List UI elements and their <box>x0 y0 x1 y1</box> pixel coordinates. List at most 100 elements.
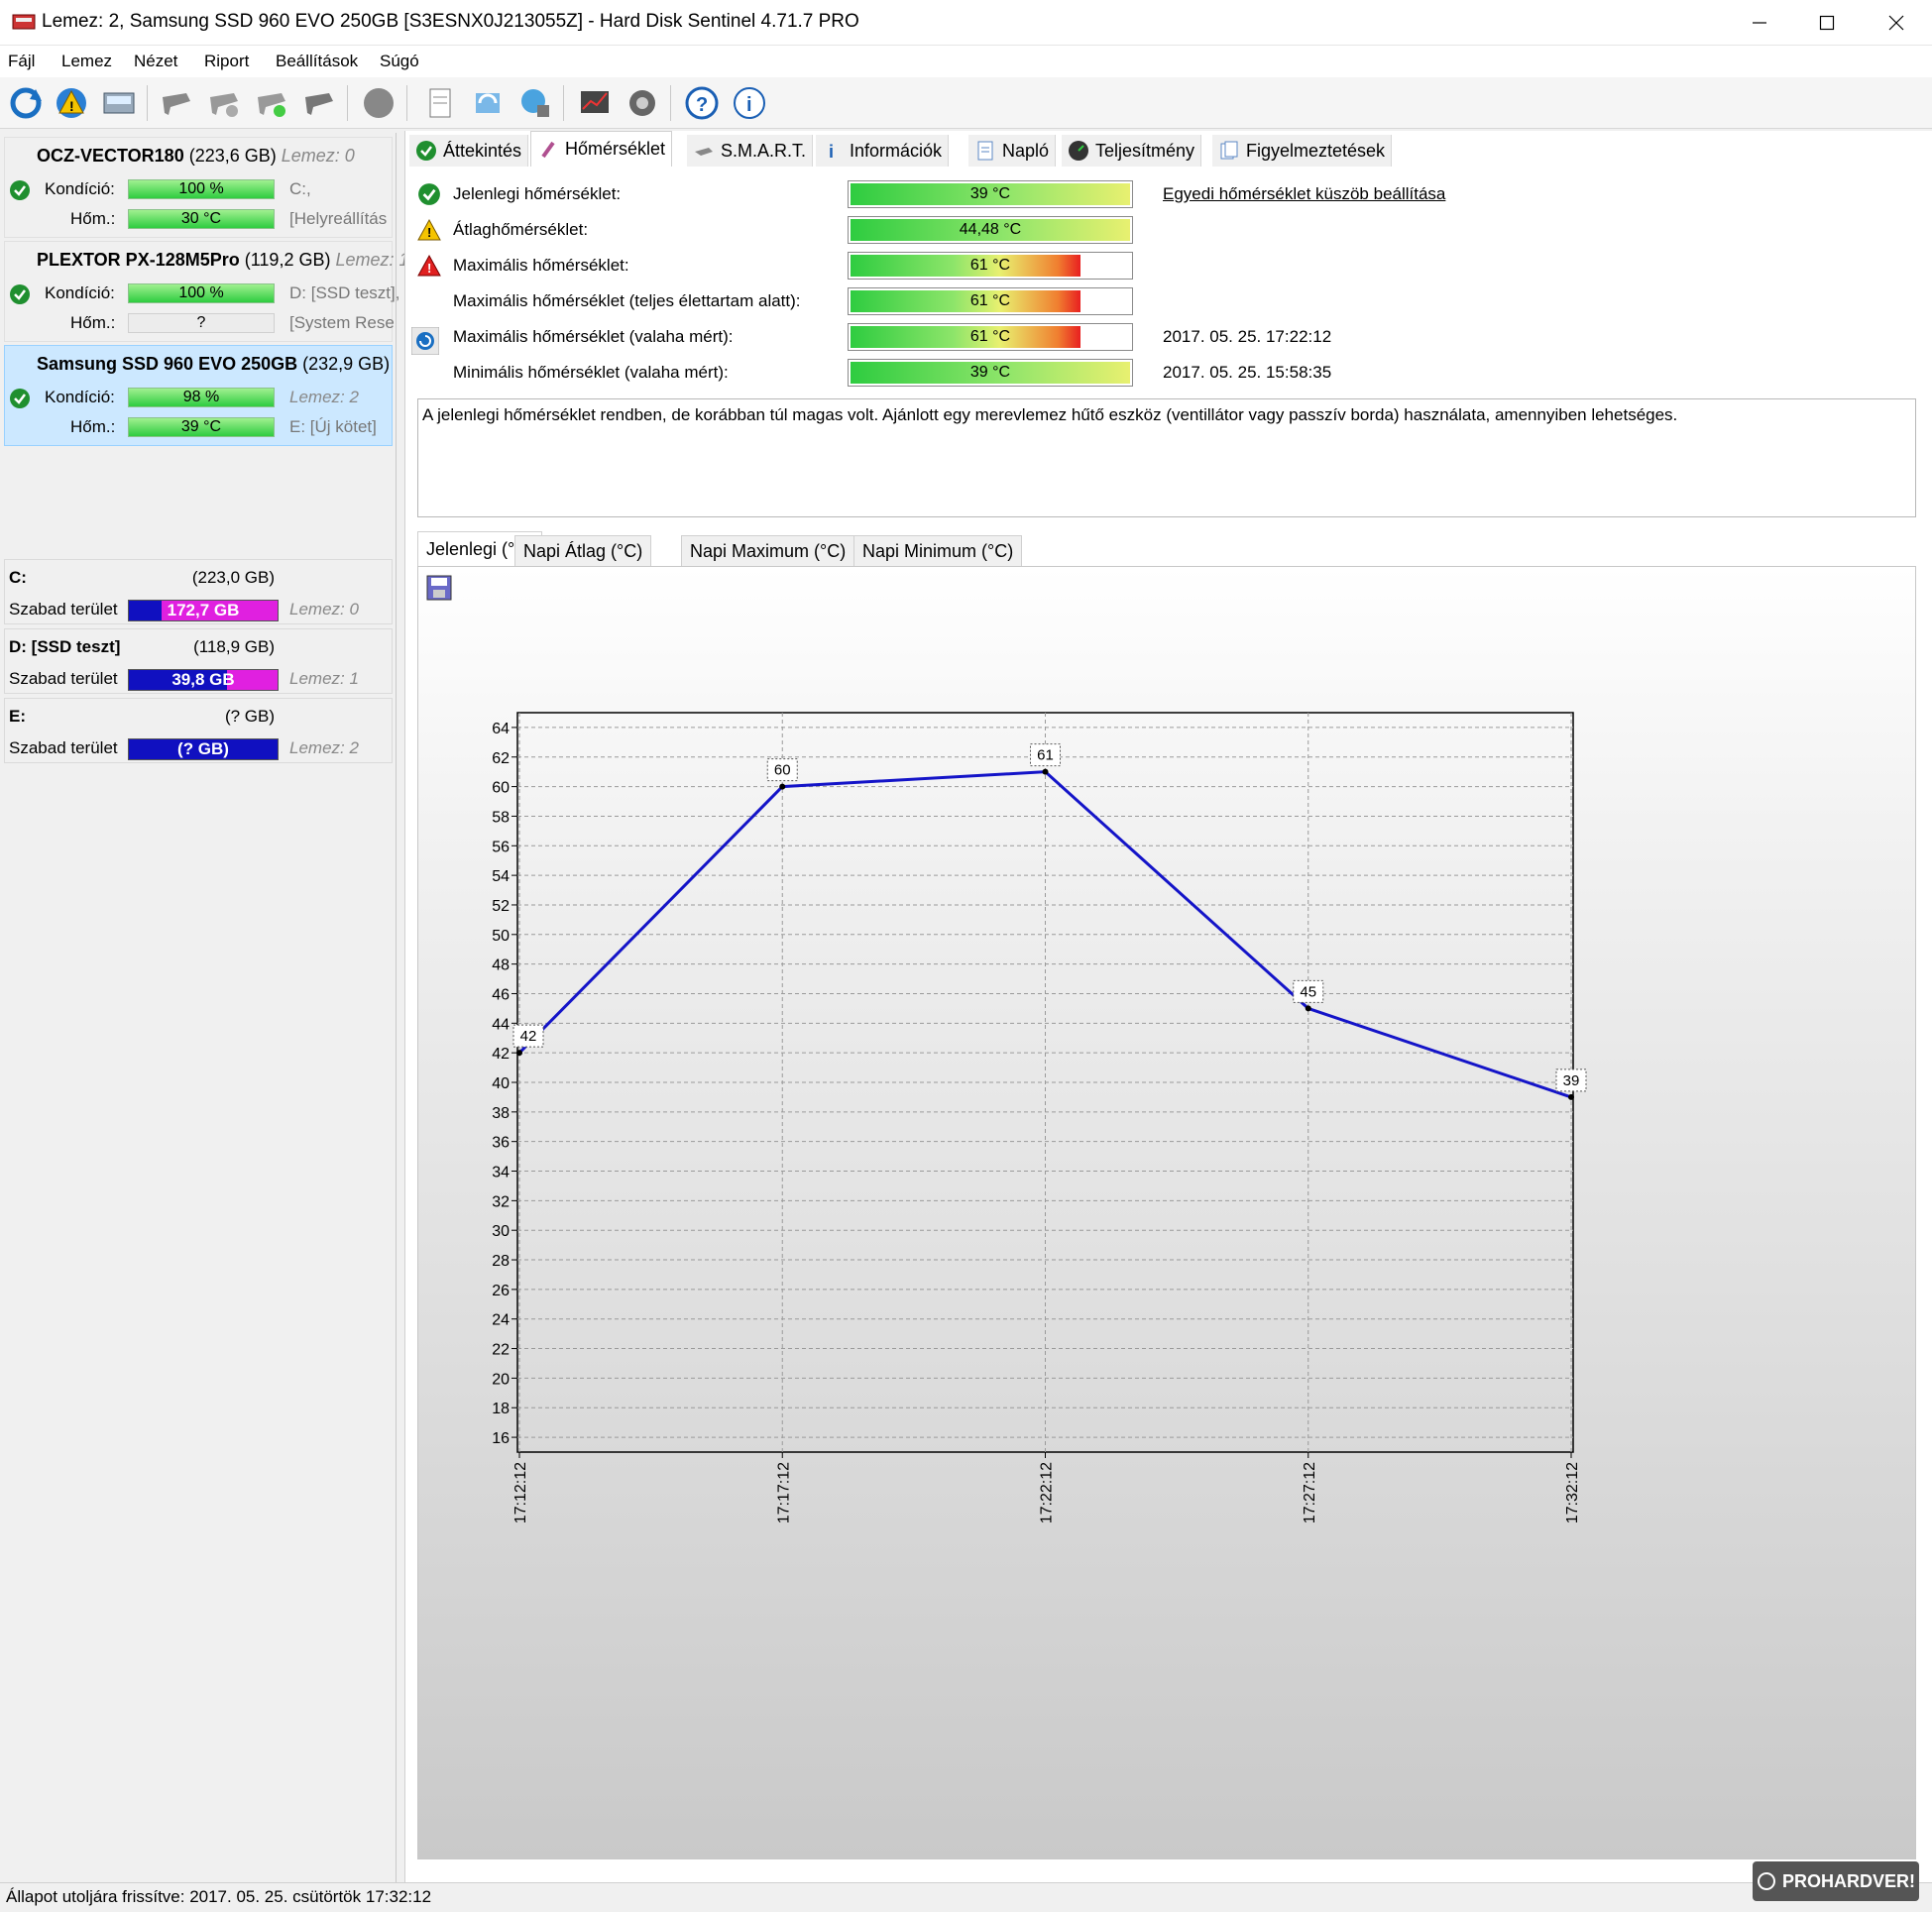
y-tick-label: 26 <box>492 1283 510 1299</box>
y-tick-label: 30 <box>492 1223 510 1240</box>
ok-check-icon <box>10 284 30 304</box>
min-ever-temp-label: Minimális hőmérséklet (valaha mért): <box>453 363 729 382</box>
disk-card-2[interactable]: Samsung SSD 960 EVO 250GB (232,9 GB) Kon… <box>4 345 393 446</box>
svg-text:!: ! <box>427 261 431 276</box>
max-life-temp-value: 61 °C <box>969 292 1011 309</box>
max-temp-bar: 61 °C <box>848 252 1133 280</box>
min-ever-date: 2017. 05. 25. 15:58:35 <box>1163 363 1332 382</box>
y-tick-label: 42 <box>492 1046 510 1063</box>
condition-label: Kondíció: <box>45 179 115 198</box>
app-icon <box>12 14 36 30</box>
disk-card-1[interactable]: PLEXTOR PX-128M5Pro (119,2 GB) Lemez: 1 … <box>4 241 409 342</box>
menu-view[interactable]: Nézet <box>134 52 177 71</box>
menu-report[interactable]: Riport <box>204 52 249 71</box>
free-space-bar: 39,8 GB <box>128 669 279 691</box>
custom-threshold-link[interactable]: Egyedi hőmérséklet küszöb beállítása <box>1163 184 1445 204</box>
minimize-icon <box>1753 22 1766 24</box>
y-tick-label: 38 <box>492 1105 510 1122</box>
y-tick-label: 28 <box>492 1253 510 1270</box>
data-label: 45 <box>1300 983 1316 1000</box>
max-ever-date: 2017. 05. 25. 17:22:12 <box>1163 327 1332 346</box>
free-space-label: Szabad terület <box>9 669 118 688</box>
y-tick-label: 56 <box>492 839 510 855</box>
minimize-button[interactable] <box>1725 0 1794 46</box>
refresh-icon[interactable] <box>6 83 46 123</box>
disk-size: (119,2 GB) <box>244 250 331 270</box>
max-ever-temp-label: Maximális hőmérséklet (valaha mért): <box>453 327 734 346</box>
drive-tool-2-icon[interactable] <box>204 83 244 123</box>
max-temp-value: 61 °C <box>969 257 1011 274</box>
tab-performance[interactable]: Teljesítmény <box>1062 135 1202 167</box>
help-icon[interactable]: ? <box>682 83 722 123</box>
status-bar: Állapot utoljára frissítve: 2017. 05. 25… <box>0 1882 1932 1912</box>
disk-card-0[interactable]: OCZ-VECTOR180 (223,6 GB) Lemez: 0 Kondíc… <box>4 137 393 238</box>
disk-icon[interactable] <box>99 83 139 123</box>
max-life-temp-label: Maximális hőmérséklet (teljes élettartam… <box>453 291 801 310</box>
menu-file[interactable]: Fájl <box>8 52 35 71</box>
sound-icon[interactable] <box>623 83 662 123</box>
y-tick-label: 62 <box>492 750 510 767</box>
temp-bar: 39 °C <box>128 417 275 437</box>
avg-temp-value: 44,48 °C <box>959 221 1022 238</box>
volume-card-e[interactable]: E: (? GB) Szabad terület (? GB) Lemez: 2 <box>4 698 393 763</box>
data-label: 61 <box>1037 747 1054 764</box>
svg-text:!: ! <box>427 225 431 240</box>
x-tick-label: 17:27:12 <box>1302 1462 1318 1523</box>
tab-label: Hőmérséklet <box>565 139 666 159</box>
tab-log[interactable]: Napló <box>968 135 1057 167</box>
disk-name: PLEXTOR PX-128M5Pro <box>37 250 240 270</box>
data-label: 42 <box>520 1028 537 1045</box>
tab-overview[interactable]: Áttekintés <box>409 135 529 167</box>
subtab-daily-minimum[interactable]: Napi Minimum (°C) <box>853 535 1023 567</box>
tab-temperature[interactable]: Hőmérséklet <box>530 131 673 167</box>
tab-label: Teljesítmény <box>1095 140 1195 161</box>
subtab-daily-maximum[interactable]: Napi Maximum (°C) <box>681 535 855 567</box>
x-tick-label: 17:17:12 <box>775 1462 792 1523</box>
volume-card-d[interactable]: D: [SSD teszt] (118,9 GB) Szabad terület… <box>4 628 393 694</box>
alert-disk-icon[interactable]: ! <box>52 83 91 123</box>
report-icon[interactable] <box>420 83 460 123</box>
current-temp-value: 39 °C <box>969 185 1011 202</box>
drive-tool-4-icon[interactable] <box>299 83 339 123</box>
data-label: 39 <box>1563 1072 1580 1089</box>
data-point <box>779 783 786 790</box>
watermark-logo: PROHARDVER! <box>1753 1861 1919 1901</box>
y-tick-label: 34 <box>492 1165 510 1181</box>
menu-help[interactable]: Súgó <box>380 52 419 71</box>
y-tick-label: 54 <box>492 868 510 885</box>
avg-temp-bar: 44,48 °C <box>848 216 1133 244</box>
sync-icon[interactable] <box>468 83 508 123</box>
benchmark-icon[interactable] <box>575 83 615 123</box>
maximize-button[interactable] <box>1792 0 1862 46</box>
disk-name: Samsung SSD 960 EVO 250GB <box>37 354 298 374</box>
condition-bar: 98 % <box>128 388 275 407</box>
menu-disk[interactable]: Lemez <box>61 52 112 71</box>
subtab-daily-average[interactable]: Napi Átlag (°C) <box>514 535 652 567</box>
y-tick-label: 48 <box>492 957 510 974</box>
chart-area: 16 18 20 22 24 26 28 30 32 34 36 38 40 42 44 46 48 50 52 54… <box>417 566 1916 1859</box>
volume-disk-index: Lemez: 2 <box>289 738 359 757</box>
free-space-label: Szabad terület <box>9 600 118 619</box>
volume-name: D: [SSD teszt] <box>9 637 121 656</box>
drive-tool-1-icon[interactable] <box>157 83 196 123</box>
drive-tool-3-icon[interactable] <box>252 83 291 123</box>
smart-drive-icon <box>695 148 713 156</box>
network-icon[interactable] <box>515 83 555 123</box>
tab-alerts[interactable]: Figyelmeztetések <box>1212 135 1393 167</box>
menu-settings[interactable]: Beállítások <box>276 52 358 71</box>
info-icon[interactable]: i <box>730 83 769 123</box>
volume-card-c[interactable]: C: (223,0 GB) Szabad terület 172,7 GB Le… <box>4 559 393 624</box>
toolbar: ! ? i <box>0 77 1932 129</box>
shield-icon[interactable] <box>359 83 398 123</box>
close-button[interactable] <box>1862 0 1931 46</box>
svg-text:i: i <box>829 142 834 162</box>
y-tick-label: 44 <box>492 1016 510 1033</box>
ok-check-icon <box>416 141 436 161</box>
volume-disk-index: Lemez: 0 <box>289 600 359 619</box>
temp-label: Hőm.: <box>70 313 116 332</box>
y-tick-label: 46 <box>492 986 510 1003</box>
tab-smart[interactable]: S.M.A.R.T. <box>687 135 814 167</box>
reset-icon[interactable] <box>411 327 439 355</box>
max-temp-label: Maximális hőmérséklet: <box>453 256 629 275</box>
tab-information[interactable]: i Információk <box>816 135 950 167</box>
